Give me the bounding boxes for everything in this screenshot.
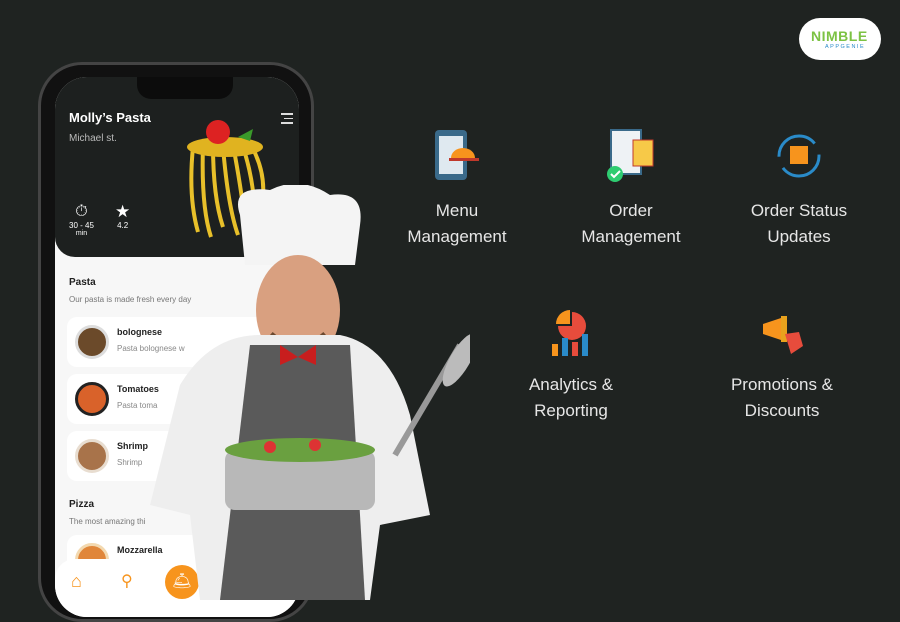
order-status-cycle-icon bbox=[777, 134, 821, 178]
stopwatch-icon: ⏱ bbox=[75, 203, 88, 220]
feature-analytics-reporting: Analytics & Reporting bbox=[481, 310, 661, 424]
menu-tablet-icon bbox=[435, 130, 479, 180]
feature-promotions-discounts: Promotions & Discounts bbox=[692, 310, 872, 424]
section-title-pasta: Pasta bbox=[69, 277, 96, 288]
logo-subtext: APPGENIE bbox=[825, 44, 866, 50]
feature-menu-management: Menu Management bbox=[367, 128, 547, 250]
home-icon[interactable]: ⌂ bbox=[71, 571, 82, 592]
restaurant-name: Molly’s Pasta bbox=[69, 110, 151, 125]
rating: ★ 4.2 bbox=[115, 202, 131, 231]
feature-order-management: Order Management bbox=[541, 128, 721, 250]
feature-order-status-updates: Order Status Updates bbox=[709, 128, 889, 250]
nimble-appgenie-logo: NIMBLE APPGENIE bbox=[799, 18, 881, 60]
delivery-time: ⏱ 30 - 45 min bbox=[69, 203, 94, 237]
search-icon[interactable]: ⚲ bbox=[121, 571, 133, 591]
section-subtitle-pizza: The most amazing thi bbox=[69, 517, 146, 526]
analytics-chart-icon bbox=[552, 310, 588, 356]
phone-notch bbox=[137, 77, 233, 99]
restaurant-street: Michael st. bbox=[69, 133, 117, 144]
order-clipboard-icon bbox=[607, 129, 654, 182]
megaphone-tag-icon bbox=[763, 316, 803, 354]
section-title-pizza: Pizza bbox=[69, 499, 95, 510]
logo-text: NIMBLE bbox=[811, 28, 868, 44]
hamburger-menu-icon[interactable] bbox=[281, 113, 293, 127]
star-icon: ★ bbox=[115, 202, 131, 221]
